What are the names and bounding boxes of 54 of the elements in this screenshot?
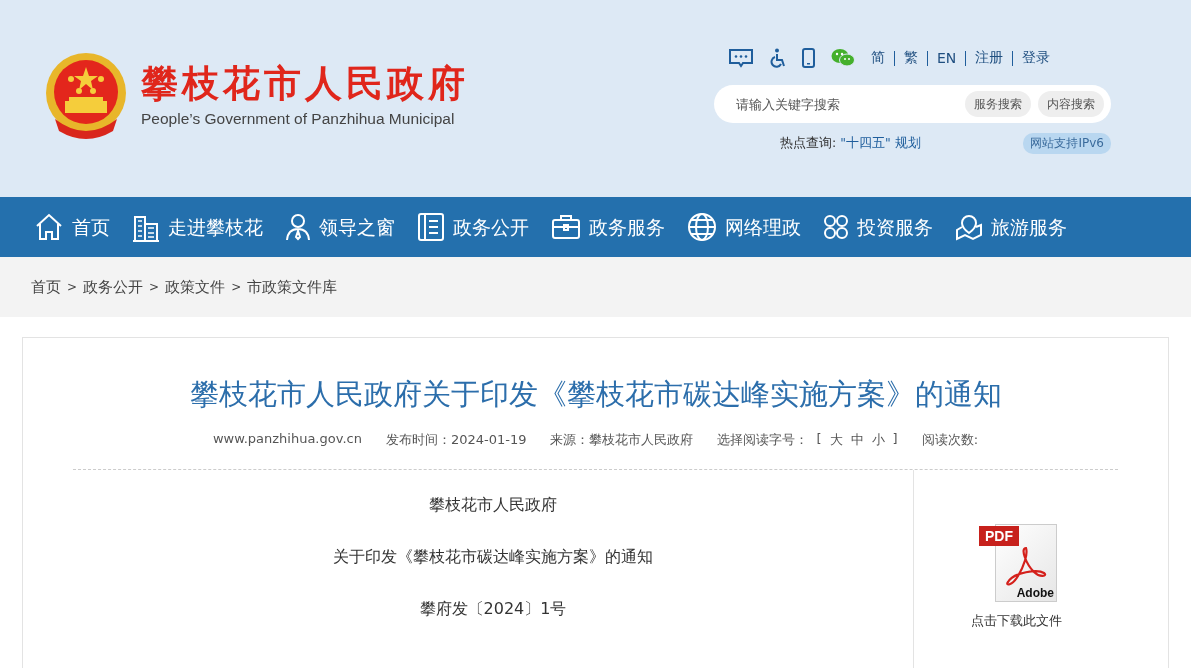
view-count-label: 阅读次数: — [921, 431, 979, 449]
font-size-link[interactable]: 中 — [850, 431, 864, 449]
globe-icon — [687, 212, 717, 242]
hot-search-label: 热点查询: — [780, 135, 837, 152]
bracket: [ — [816, 431, 822, 448]
article-paragraph: 攀枝花市人民政府 — [429, 495, 557, 515]
nav-item[interactable]: 走进攀枝花 — [132, 212, 263, 242]
header-link[interactable]: 简 — [871, 49, 885, 67]
breadcrumb-link[interactable]: 市政策文件库 — [247, 277, 338, 297]
article-source: 来源：攀枝花市人民政府 — [550, 431, 694, 449]
home-icon — [34, 213, 64, 241]
nav-item[interactable]: 领导之窗 — [285, 213, 395, 241]
hot-search-link[interactable]: "十四五" 规划 — [840, 135, 921, 152]
nav-item[interactable]: 政务公开 — [417, 212, 529, 242]
header-link[interactable]: 注册 — [975, 49, 1004, 67]
header-link[interactable]: 登录 — [1022, 49, 1051, 67]
mobile-icon[interactable] — [802, 48, 815, 68]
site-subtitle: People’s Government of Panzhihua Municipal — [141, 109, 456, 128]
font-size-link[interactable]: 小 — [871, 431, 885, 449]
map-pin-icon — [955, 213, 983, 241]
wheelchair-icon[interactable] — [770, 48, 786, 68]
ipv6-badge: 网站支持IPv6 — [1023, 133, 1111, 154]
breadcrumb-link[interactable]: 政策文件 — [165, 277, 226, 297]
publish-date: 发布时间：2024-01-19 — [385, 431, 527, 449]
briefcase-icon — [551, 214, 581, 240]
breadcrumb-separator: > — [67, 280, 78, 294]
search-field[interactable]: 请输入关键字搜索 服务搜索 内容搜索 — [714, 85, 1111, 123]
message-icon[interactable] — [728, 48, 754, 68]
breadcrumb-link[interactable]: 政务公开 — [83, 277, 144, 297]
four-leaf-icon — [823, 214, 849, 240]
search-button[interactable]: 内容搜索 — [1038, 91, 1104, 117]
search-button[interactable]: 服务搜索 — [965, 91, 1031, 117]
breadcrumb-separator: > — [231, 280, 242, 294]
font-size-link[interactable]: 大 — [829, 431, 843, 449]
site-url: www.panzhihua.gov.cn — [212, 431, 362, 448]
nav-item[interactable]: 首页 — [34, 213, 110, 241]
nav-item[interactable]: 政务服务 — [551, 214, 665, 240]
article-paragraph: 关于印发《攀枝花市碳达峰实施方案》的通知 — [333, 547, 653, 567]
nav-item[interactable]: 旅游服务 — [955, 213, 1067, 241]
document-icon — [417, 212, 445, 242]
font-size-label: 选择阅读字号： — [717, 431, 809, 449]
breadcrumb-separator: > — [149, 280, 160, 294]
header-link[interactable]: 繁 — [904, 49, 918, 67]
breadcrumb-link[interactable]: 首页 — [31, 277, 61, 297]
article-paragraph: 攀府发〔2024〕1号 — [419, 599, 567, 619]
site-title: 攀枝花市人民政府 — [141, 61, 469, 106]
bracket: ] — [892, 431, 898, 448]
nav-item[interactable]: 网络理政 — [687, 212, 801, 242]
person-icon — [285, 213, 311, 241]
nav-item[interactable]: 投资服务 — [823, 214, 933, 240]
article-title: 攀枝花市人民政府关于印发《攀枝花市碳达峰实施方案》的通知 — [188, 376, 1003, 413]
emblem-icon — [43, 50, 129, 139]
header-link[interactable]: EN — [937, 50, 957, 66]
download-link[interactable]: 点击下载此文件 — [970, 612, 1062, 630]
